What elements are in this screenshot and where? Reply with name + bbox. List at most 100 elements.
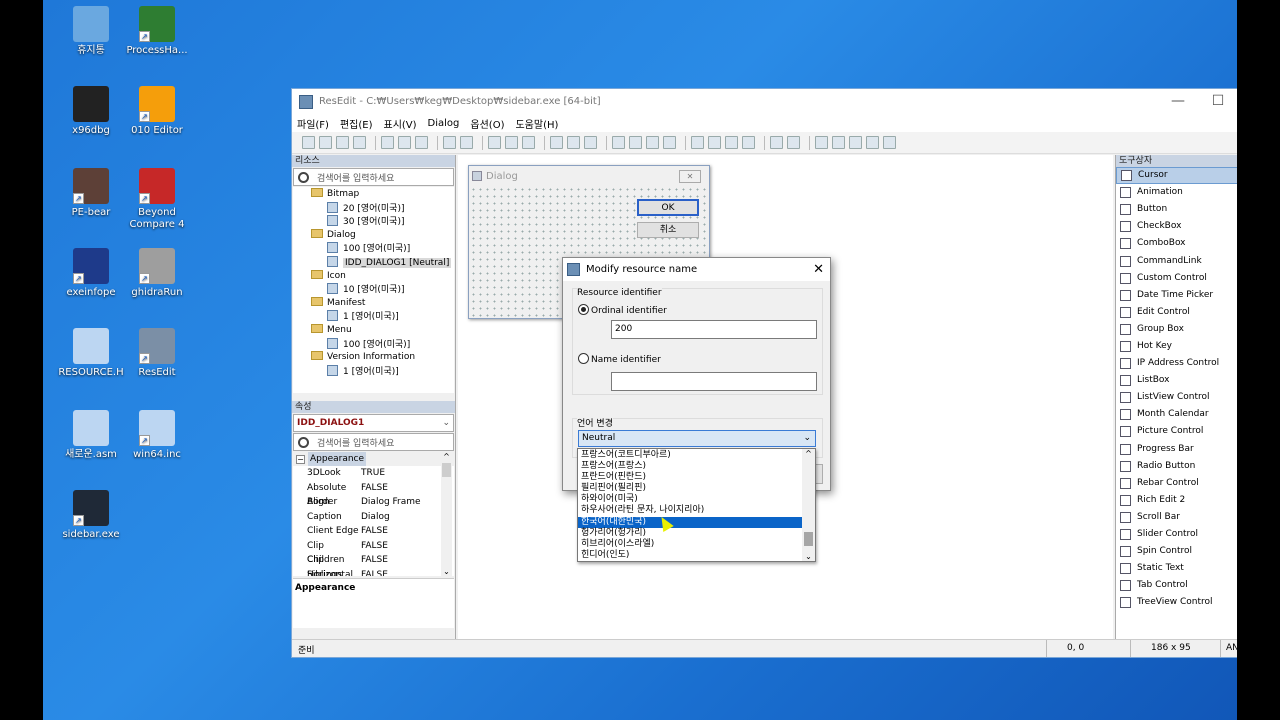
menu-item[interactable]: Dialog — [428, 118, 460, 129]
toolbox-item[interactable]: Group Box — [1116, 321, 1237, 338]
tree-item[interactable]: 10 [영어(미국)] — [293, 283, 454, 297]
toolbar-button[interactable] — [612, 136, 625, 149]
toolbox-item[interactable]: Radio Button — [1116, 458, 1237, 475]
resources-search-input[interactable]: 검색어를 입력하세요 — [293, 168, 454, 186]
collapse-icon[interactable]: − — [296, 454, 305, 464]
toolbar-button[interactable] — [302, 136, 315, 149]
tree-item[interactable]: Menu — [293, 323, 454, 338]
language-option[interactable]: 프란드어(핀란드) — [578, 472, 802, 483]
tree-item[interactable]: Dialog — [293, 228, 454, 243]
tree-item[interactable]: Manifest — [293, 296, 454, 311]
property-scrollbar[interactable]: ^ ⌄ — [441, 452, 452, 576]
toolbox-item[interactable]: Picture Control — [1116, 423, 1237, 440]
toolbar-button[interactable] — [443, 136, 456, 149]
tree-item[interactable]: 100 [영어(미국)] — [293, 337, 454, 352]
name-input[interactable] — [611, 372, 817, 391]
toolbar-button[interactable] — [381, 136, 394, 149]
ordinal-input[interactable]: 200 — [611, 320, 817, 339]
menu-item[interactable]: 옵션(O) — [470, 116, 504, 131]
property-row[interactable]: 3DLook TRUE — [293, 466, 441, 481]
toolbar-button[interactable] — [866, 136, 879, 149]
toolbar-button[interactable] — [708, 136, 721, 149]
tree-item[interactable]: 1 [영어(미국)] — [293, 310, 454, 324]
toolbar-button[interactable] — [567, 136, 580, 149]
language-option[interactable]: 힌디어(인도) — [578, 550, 802, 561]
toolbar-button[interactable] — [319, 136, 332, 149]
toolbox-item[interactable]: Animation — [1116, 184, 1237, 201]
toolbar-button[interactable] — [832, 136, 845, 149]
desktop-icon[interactable]: ↗ ProcessHa... — [119, 6, 195, 57]
menu-item[interactable]: 표시(V) — [384, 116, 417, 131]
toolbox-item[interactable]: Hot Key — [1116, 338, 1237, 355]
toolbox-item[interactable]: Cursor — [1116, 167, 1237, 185]
toolbar-button[interactable] — [815, 136, 828, 149]
property-category[interactable]: − Appearance — [293, 452, 454, 466]
language-select[interactable]: Neutral ⌄ — [578, 430, 816, 447]
menu-item[interactable]: 도움말(H) — [515, 116, 558, 131]
preview-cancel-button[interactable]: 취소 — [637, 222, 699, 238]
toolbox-item[interactable]: ComboBox — [1116, 235, 1237, 252]
desktop-icon[interactable]: 새로운.asm — [53, 410, 129, 461]
toolbar-button[interactable] — [883, 136, 896, 149]
menu-item[interactable]: 편집(E) — [340, 116, 373, 131]
toolbar-button[interactable] — [849, 136, 862, 149]
toolbox-item[interactable]: Tab Control — [1116, 577, 1237, 594]
desktop-icon[interactable]: ↗ 010 Editor — [119, 86, 195, 137]
properties-search-input[interactable]: 검색어를 입력하세요 — [293, 433, 454, 451]
toolbar-button[interactable] — [336, 136, 349, 149]
tree-item[interactable]: Version Information — [293, 351, 454, 365]
desktop-icon[interactable]: ↗ ResEdit — [119, 328, 195, 379]
property-row[interactable]: Clip Children FALSE — [293, 539, 441, 566]
toolbar-button[interactable] — [488, 136, 501, 149]
toolbox-item[interactable]: Button — [1116, 201, 1237, 218]
toolbar-button[interactable] — [646, 136, 659, 149]
toolbox-item[interactable]: TreeView Control — [1116, 594, 1237, 611]
language-option[interactable]: 히브리어(이스라엘) — [578, 539, 802, 550]
dropdown-scrollbar[interactable]: ^ ⌄ — [802, 449, 815, 561]
tree-item[interactable]: 20 [영어(미국)] — [293, 201, 454, 216]
property-row[interactable]: Caption Dialog — [293, 510, 441, 525]
desktop-icon[interactable]: ↗ PE-bear — [53, 168, 129, 219]
tree-item[interactable]: 100 [영어(미국)] — [293, 242, 454, 256]
property-row[interactable]: Border Dialog Frame — [293, 495, 441, 510]
language-option[interactable]: 헝가리어(헝가리) — [578, 528, 802, 539]
toolbox-item[interactable]: Custom Control — [1116, 270, 1237, 287]
toolbar-button[interactable] — [522, 136, 535, 149]
toolbar-button[interactable] — [770, 136, 783, 149]
menu-item[interactable]: 파일(F) — [297, 116, 329, 131]
language-option[interactable]: 필리핀어(필리핀) — [578, 483, 802, 494]
desktop-icon[interactable]: ↗ sidebar.exe — [53, 490, 129, 541]
tree-item[interactable]: 30 [영어(미국)] — [293, 215, 454, 229]
toolbox-item[interactable]: Rebar Control — [1116, 475, 1237, 492]
preview-ok-button[interactable]: OK — [637, 199, 699, 216]
toolbox-item[interactable]: Month Calendar — [1116, 406, 1237, 423]
property-row[interactable]: Horizontal Scroll FALSE — [293, 568, 441, 577]
toolbar-button[interactable] — [505, 136, 518, 149]
toolbox-item[interactable]: CheckBox — [1116, 218, 1237, 235]
toolbox-item[interactable]: Spin Control — [1116, 543, 1237, 560]
desktop-icon[interactable]: ↗ ghidraRun — [119, 248, 195, 299]
desktop-icon[interactable]: x96dbg — [53, 86, 129, 137]
toolbox-item[interactable]: ListView Control — [1116, 389, 1237, 406]
name-radio[interactable]: Name identifier — [578, 353, 661, 365]
toolbar-button[interactable] — [398, 136, 411, 149]
toolbar-button[interactable] — [415, 136, 428, 149]
language-option[interactable]: 프랑스어(프랑스) — [578, 461, 802, 472]
toolbar-button[interactable] — [629, 136, 642, 149]
modal-titlebar[interactable]: Modify resource name ✕ — [563, 258, 830, 281]
toolbar-button[interactable] — [725, 136, 738, 149]
toolbox-item[interactable]: Rich Edit 2 — [1116, 492, 1237, 509]
toolbox-item[interactable]: ListBox — [1116, 372, 1237, 389]
toolbox-item[interactable]: Static Text — [1116, 560, 1237, 577]
desktop-icon[interactable]: 휴지통 — [53, 6, 129, 57]
toolbar-button[interactable] — [460, 136, 473, 149]
toolbar-button[interactable] — [663, 136, 676, 149]
desktop-icon[interactable]: ↗ exeinfope — [53, 248, 129, 299]
toolbar-button[interactable] — [550, 136, 563, 149]
ordinal-radio[interactable]: Ordinal identifier — [578, 304, 667, 316]
toolbar-button[interactable] — [691, 136, 704, 149]
toolbox-item[interactable]: Date Time Picker — [1116, 287, 1237, 304]
language-option[interactable]: 한국어(대한민국) — [578, 516, 802, 528]
property-row[interactable]: Absolute Align FALSE — [293, 481, 441, 508]
language-option[interactable]: 하와이어(미국) — [578, 494, 802, 505]
